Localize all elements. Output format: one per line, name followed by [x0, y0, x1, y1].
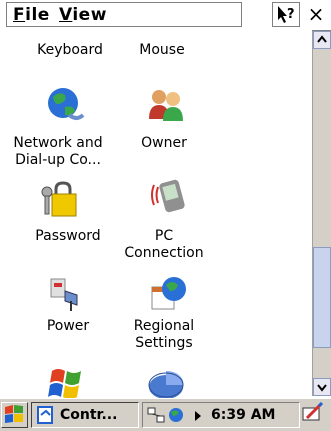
clock[interactable]: 6:39 AM [211, 407, 275, 423]
people-icon[interactable] [146, 85, 186, 125]
item-label: Regional Settings [133, 318, 195, 351]
taskbar: Contr... 6:39 AM [0, 398, 331, 431]
chevron-up-icon [317, 35, 327, 43]
menu-group: File View [6, 2, 242, 27]
item-label: Owner [141, 135, 187, 151]
pen-input-icon [302, 401, 324, 421]
help-button[interactable]: ? [272, 2, 300, 27]
svg-text:?: ? [287, 7, 295, 22]
scroll-up-button[interactable] [313, 31, 331, 49]
pda-connection-icon[interactable] [150, 175, 190, 215]
item-label: Keyboard [37, 42, 103, 58]
connection-globe-icon[interactable] [167, 406, 189, 424]
close-button[interactable]: × [302, 2, 330, 27]
windows-flag-icon[interactable] [46, 363, 86, 398]
item-label: Password [35, 228, 101, 244]
item-network[interactable]: Network and Dial-up Co... [0, 135, 118, 169]
pie-chart-icon[interactable] [146, 363, 186, 398]
calendar-globe-icon[interactable] [148, 273, 188, 313]
menu-bar: File View ? × [0, 0, 331, 31]
system-tray: 6:39 AM [142, 402, 300, 428]
item-label: Mouse [139, 42, 185, 58]
control-panel-list: Keyboard Mouse Network and Dial-up Co...… [0, 30, 312, 398]
tray-arrow-icon[interactable] [191, 409, 205, 423]
vertical-scrollbar[interactable] [312, 31, 331, 396]
item-owner[interactable]: Owner [104, 135, 224, 152]
chevron-down-icon [317, 384, 327, 392]
control-panel-icon [37, 406, 53, 424]
item-pc-connection[interactable]: PC Connection [104, 228, 224, 262]
start-button[interactable] [1, 402, 28, 428]
globe-network-icon[interactable] [45, 85, 85, 125]
file-menu[interactable]: File [13, 5, 50, 25]
help-arrow-icon: ? [278, 6, 295, 23]
scroll-down-button[interactable] [313, 378, 331, 396]
item-mouse[interactable]: Mouse [102, 42, 222, 59]
item-label: PC Connection [124, 228, 204, 261]
item-regional-settings[interactable]: Regional Settings [104, 318, 224, 352]
network-connection-icon[interactable] [147, 406, 165, 424]
power-plug-icon[interactable] [45, 273, 85, 313]
task-label: Contr... [60, 407, 118, 423]
input-panel-button[interactable] [301, 401, 329, 428]
view-menu[interactable]: View [59, 5, 107, 25]
scroll-thumb[interactable] [313, 247, 331, 348]
task-control-panel[interactable]: Contr... [31, 402, 139, 428]
padlock-keys-icon[interactable] [38, 180, 78, 220]
item-label: Power [46, 318, 90, 334]
windows-flag-icon [5, 405, 23, 423]
item-label: Network and Dial-up Co... [13, 135, 103, 168]
